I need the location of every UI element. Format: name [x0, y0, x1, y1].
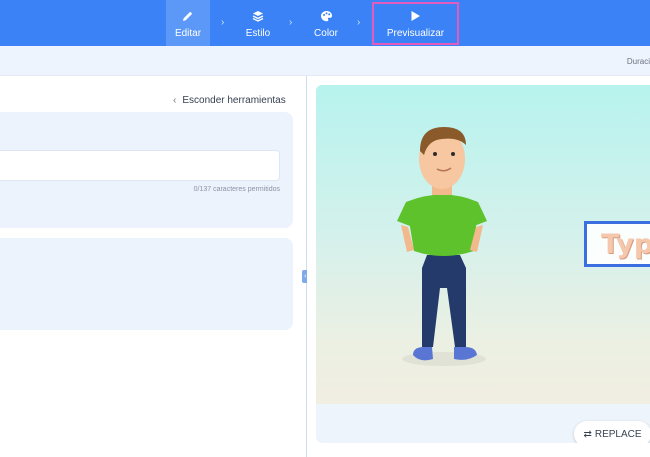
- step-color[interactable]: Color: [305, 0, 347, 46]
- chevron-right-icon: ›: [357, 17, 361, 28]
- hide-tools-label: Esconder herramientas: [182, 95, 286, 106]
- step-estilo-label: Estilo: [245, 27, 271, 39]
- video-preview[interactable]: Typ: [316, 85, 650, 404]
- pencil-icon: [182, 8, 194, 24]
- step-previsualizar-label: Previsualizar: [386, 28, 445, 39]
- editor-panel: ‹ Esconder herramientas 0/137 caracteres…: [0, 76, 306, 457]
- palette-icon: [320, 8, 333, 24]
- play-icon: [410, 8, 421, 24]
- swap-icon: ⇄: [583, 428, 592, 440]
- preview-frame: Typ ⇄ REPLACE: [316, 85, 650, 443]
- title-text: Typ: [601, 229, 650, 260]
- chevron-right-icon: ›: [289, 17, 293, 28]
- sub-toolbar: Duraci: [0, 46, 650, 76]
- replace-label: REPLACE: [594, 428, 642, 440]
- chevron-left-icon: ‹: [173, 95, 177, 106]
- title-text-box[interactable]: Typ: [584, 221, 650, 267]
- step-color-label: Color: [314, 27, 338, 39]
- text-card: 0/137 caracteres permitidos: [0, 112, 293, 228]
- options-card: [0, 238, 293, 330]
- step-editar-label: Editar: [174, 27, 202, 39]
- top-step-bar: Editar › Estilo › Color › Previsualizar: [0, 0, 650, 46]
- layers-icon: [252, 8, 264, 24]
- step-estilo[interactable]: Estilo: [236, 0, 280, 46]
- duration-label: Duraci: [626, 57, 650, 66]
- text-input[interactable]: [0, 150, 280, 181]
- step-editar[interactable]: Editar: [166, 0, 210, 46]
- preview-panel: Typ ⇄ REPLACE: [307, 76, 650, 457]
- char-count: 0/137 caracteres permitidos: [193, 186, 280, 193]
- hide-tools-link[interactable]: ‹ Esconder herramientas: [173, 95, 286, 106]
- step-previsualizar[interactable]: Previsualizar: [372, 2, 459, 45]
- chevron-right-icon: ›: [221, 17, 225, 28]
- replace-button[interactable]: ⇄ REPLACE: [574, 421, 650, 443]
